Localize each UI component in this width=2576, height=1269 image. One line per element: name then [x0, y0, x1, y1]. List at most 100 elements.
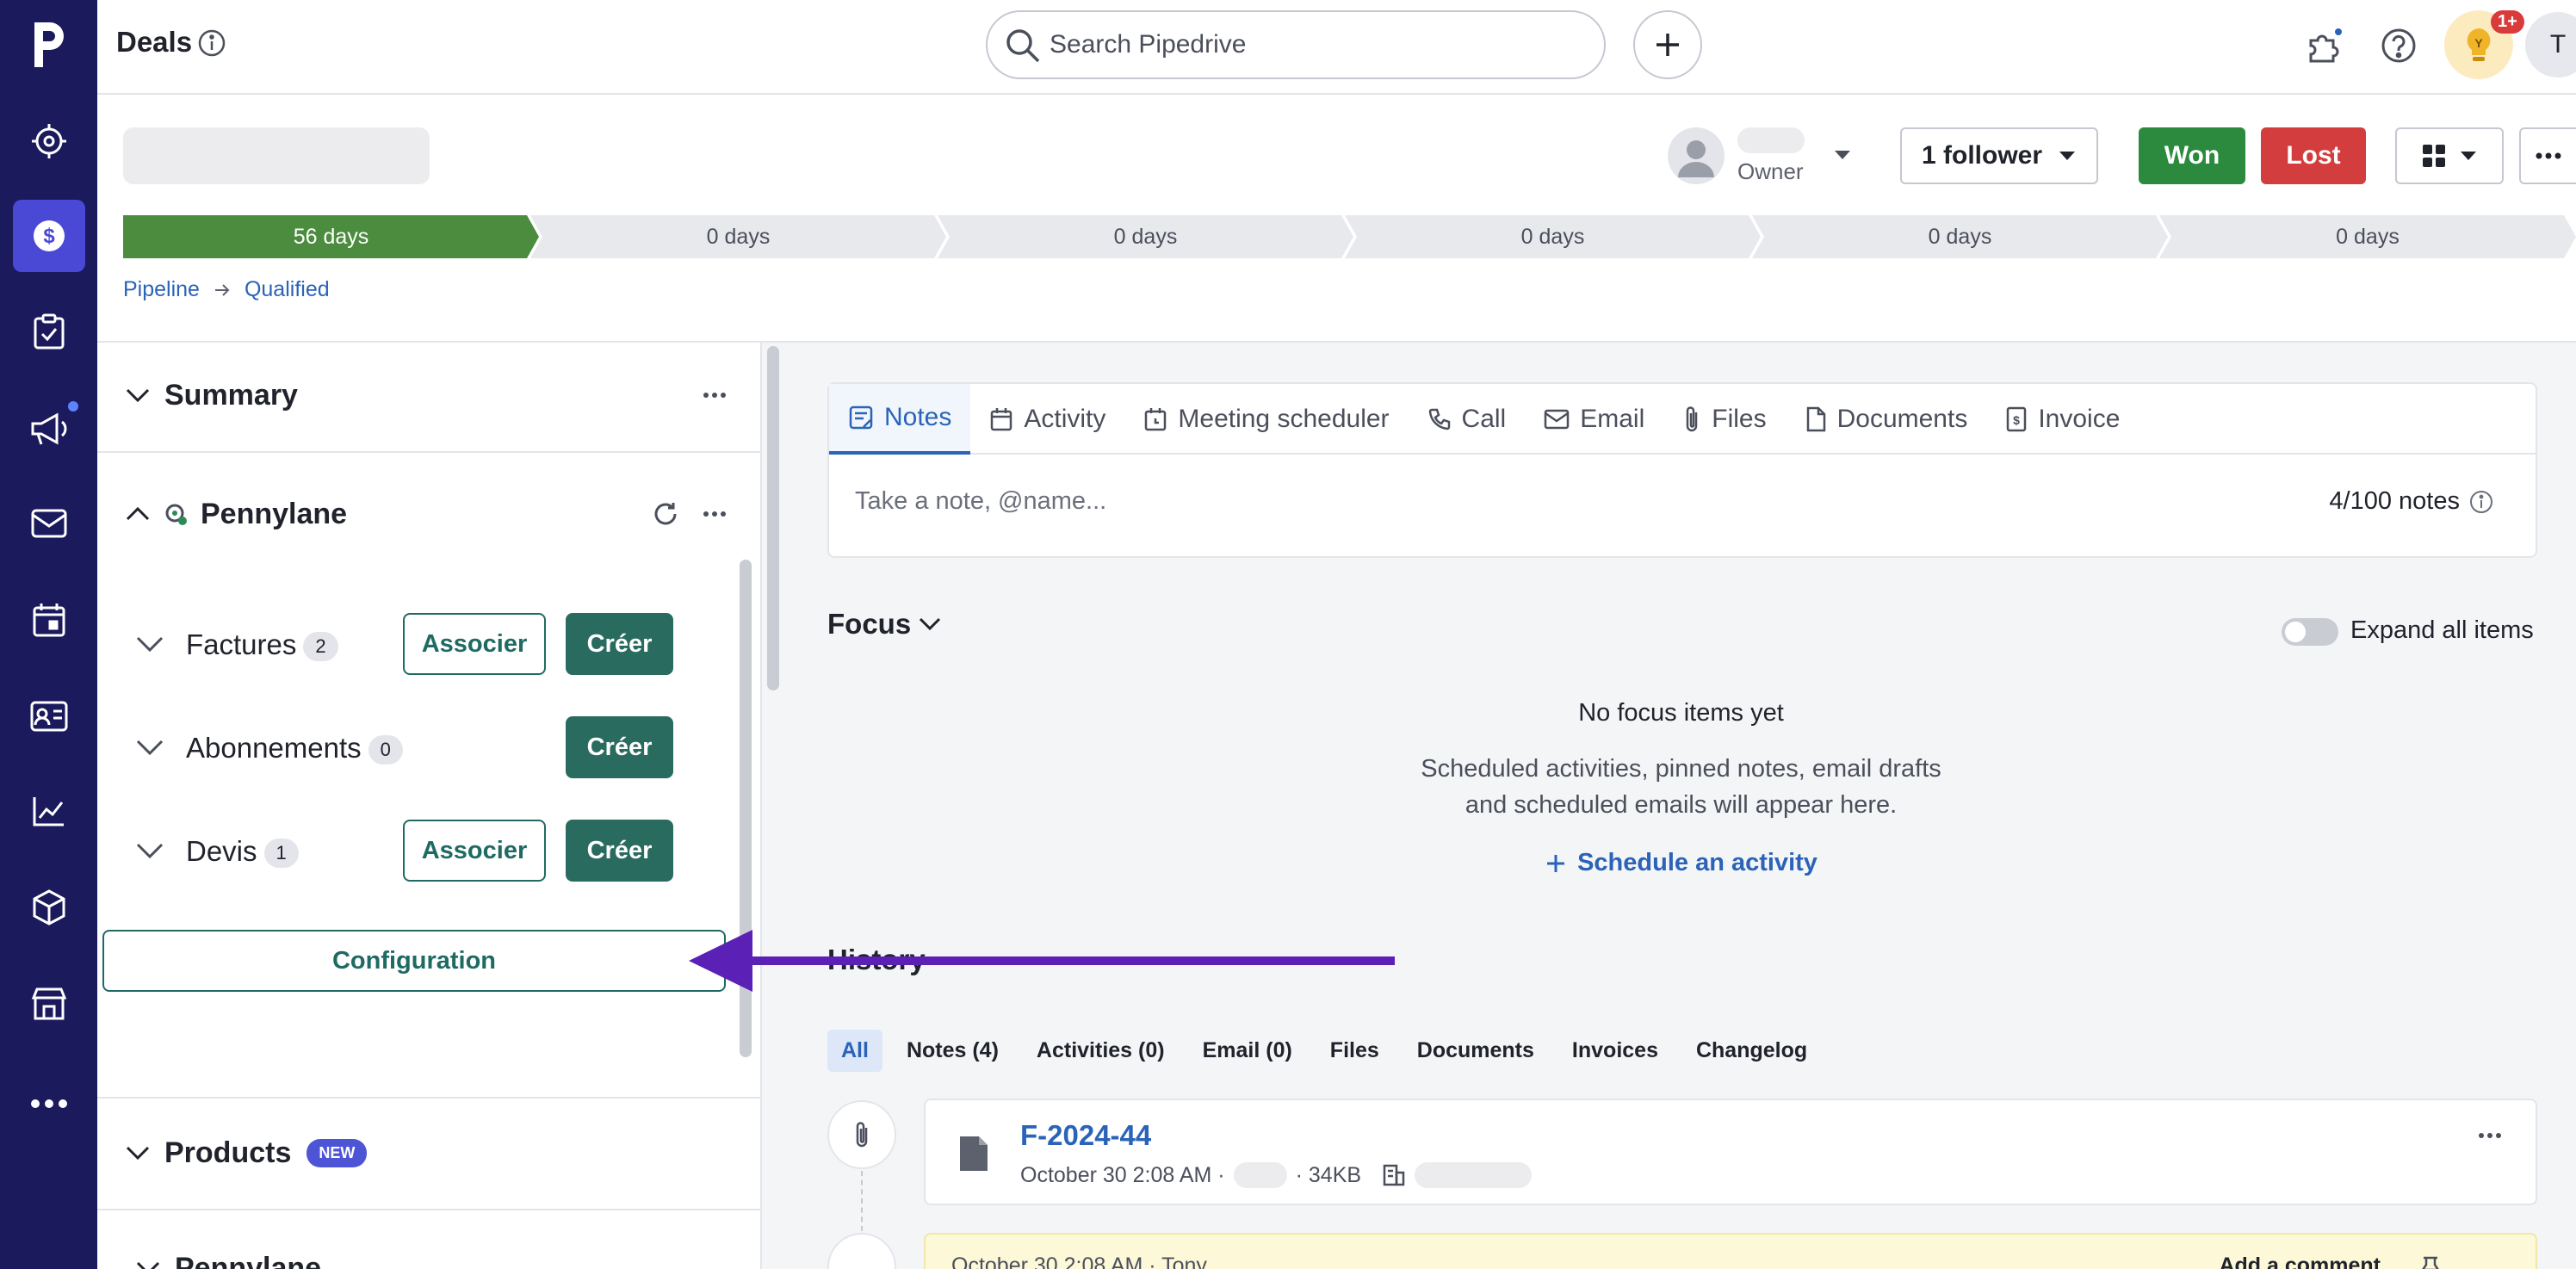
stage-4[interactable]: 0 days: [1345, 215, 1761, 258]
pipedrive-logo-icon[interactable]: [22, 15, 76, 72]
pennylane-title: Pennylane: [201, 497, 348, 530]
won-button[interactable]: Won: [2139, 127, 2245, 184]
pipeline-stages: 56 days 0 days 0 days 0 days 0 days 0 da…: [123, 215, 2576, 258]
breadcrumb-pipeline[interactable]: Pipeline: [123, 277, 200, 302]
help-icon[interactable]: [2370, 17, 2427, 74]
nav-calendar-icon[interactable]: [13, 584, 85, 656]
scrollbar-thumb[interactable]: [767, 346, 779, 690]
quick-add-button[interactable]: [1633, 10, 1702, 79]
timeline-attachment-node: [827, 1100, 896, 1169]
info-icon[interactable]: [197, 28, 226, 58]
stage-6[interactable]: 0 days: [2159, 215, 2576, 258]
pin-icon[interactable]: [2420, 1255, 2441, 1269]
search-input[interactable]: Search Pipedrive: [986, 10, 1606, 79]
file-name-link[interactable]: F-2024-44: [1020, 1119, 1151, 1152]
filter-email[interactable]: Email (0): [1189, 1030, 1306, 1072]
note-icon: [849, 405, 873, 430]
factures-creer-button[interactable]: Créer: [566, 613, 673, 675]
page-title: Deals: [116, 26, 193, 58]
filter-changelog[interactable]: Changelog: [1682, 1030, 1821, 1072]
refresh-icon[interactable]: [652, 500, 679, 528]
nav-contacts-icon[interactable]: [13, 680, 85, 752]
filter-invoices[interactable]: Invoices: [1558, 1030, 1672, 1072]
more-dots-icon: [2536, 152, 2561, 159]
tab-documents[interactable]: Documents: [1786, 384, 1987, 455]
nav-campaigns-icon[interactable]: [13, 393, 85, 465]
timeline-note-node: [827, 1233, 896, 1269]
tab-activity[interactable]: Activity: [970, 384, 1124, 455]
note-input[interactable]: Take a note, @name...: [855, 487, 1106, 516]
tab-notes[interactable]: Notes: [829, 384, 971, 455]
owner-dropdown-icon[interactable]: [1832, 148, 1853, 162]
stage-1[interactable]: 56 days: [123, 215, 539, 258]
user-avatar[interactable]: T: [2525, 12, 2576, 77]
sidebar-details-panel: Summary Pennylane Factures 2 Associer Cré…: [97, 343, 760, 1269]
tab-invoice[interactable]: $ Invoice: [1986, 384, 2139, 455]
tab-label: Documents: [1836, 405, 1968, 433]
chevron-down-icon[interactable]: [135, 842, 164, 859]
abonnements-creer-button[interactable]: Créer: [566, 716, 673, 778]
add-comment-link[interactable]: Add a comment: [2219, 1254, 2381, 1269]
devis-creer-button[interactable]: Créer: [566, 820, 673, 882]
view-switcher-button[interactable]: [2395, 127, 2504, 184]
chevron-down-icon[interactable]: [135, 1260, 161, 1269]
nav-leads-icon[interactable]: [13, 105, 85, 177]
filter-notes[interactable]: Notes (4): [893, 1030, 1012, 1072]
pennylane-more-icon[interactable]: [703, 511, 726, 517]
products-section-header[interactable]: Products NEW: [97, 1131, 760, 1174]
chevron-down-icon[interactable]: [125, 1145, 151, 1161]
sidebar-scrollbar[interactable]: [760, 343, 786, 1269]
nav-marketplace-icon[interactable]: [13, 968, 85, 1040]
search-placeholder: Search Pipedrive: [1050, 30, 1247, 59]
factures-associer-button[interactable]: Associer: [403, 613, 546, 675]
tab-meeting-scheduler[interactable]: Meeting scheduler: [1124, 384, 1408, 455]
filter-documents[interactable]: Documents: [1403, 1030, 1548, 1072]
extensions-icon[interactable]: [2296, 17, 2353, 74]
filter-activities[interactable]: Activities (0): [1023, 1030, 1179, 1072]
focus-header[interactable]: Focus: [827, 608, 942, 641]
configuration-button[interactable]: Configuration: [102, 930, 726, 992]
nav-activities-icon[interactable]: [13, 296, 85, 368]
more-actions-button[interactable]: [2519, 127, 2576, 184]
nav-deals-icon[interactable]: $: [13, 200, 85, 272]
abonnements-count: 0: [368, 735, 403, 765]
expand-all-toggle[interactable]: [2282, 618, 2338, 646]
stage-3[interactable]: 0 days: [938, 215, 1353, 258]
nav-mail-icon[interactable]: [13, 487, 85, 560]
summary-section-header[interactable]: Summary: [97, 374, 760, 417]
tab-email[interactable]: Email: [1525, 384, 1663, 455]
chevron-down-icon[interactable]: [125, 387, 151, 403]
paperclip-icon: [856, 1122, 868, 1148]
calendar-icon: [991, 408, 1012, 431]
history-file-item[interactable]: F-2024-44 October 30 2:08 AM · · 34KB: [924, 1099, 2537, 1205]
chevron-down-icon[interactable]: [135, 739, 164, 756]
tab-call[interactable]: Call: [1409, 384, 1526, 455]
pennylane-section-header-2[interactable]: Pennylane: [97, 1247, 760, 1269]
chevron-down-icon[interactable]: [135, 635, 164, 653]
tab-label: Notes: [884, 403, 952, 431]
devis-title: Devis 1: [186, 835, 299, 869]
tab-files[interactable]: Files: [1663, 384, 1785, 455]
file-meta: October 30 2:08 AM · · 34KB: [1020, 1162, 1533, 1188]
breadcrumb-stage[interactable]: Qualified: [245, 277, 330, 302]
nav-products-icon[interactable]: [13, 871, 85, 944]
chevron-up-icon[interactable]: [125, 506, 151, 522]
file-icon: [957, 1133, 991, 1174]
nav-insights-icon[interactable]: [13, 775, 85, 847]
devis-associer-button[interactable]: Associer: [403, 820, 546, 882]
stage-2[interactable]: 0 days: [530, 215, 946, 258]
file-owner-placeholder: [1233, 1162, 1287, 1188]
filter-files[interactable]: Files: [1316, 1030, 1393, 1072]
summary-more-icon[interactable]: [703, 393, 726, 398]
history-note-item[interactable]: October 30 2:08 AM · Tony Add a comment: [924, 1233, 2537, 1269]
filter-all[interactable]: All: [827, 1030, 882, 1072]
lost-button[interactable]: Lost: [2261, 127, 2366, 184]
stage-5[interactable]: 0 days: [1752, 215, 2168, 258]
info-icon[interactable]: [2468, 489, 2494, 515]
follower-button[interactable]: 1 follower: [1900, 127, 2098, 184]
pennylane-section-header[interactable]: Pennylane: [97, 492, 760, 535]
file-more-icon[interactable]: [2479, 1133, 2501, 1138]
nav-more-icon[interactable]: [13, 1068, 85, 1140]
owner-avatar-icon[interactable]: [1668, 127, 1725, 184]
schedule-activity-link[interactable]: Schedule an activity: [786, 849, 2576, 877]
